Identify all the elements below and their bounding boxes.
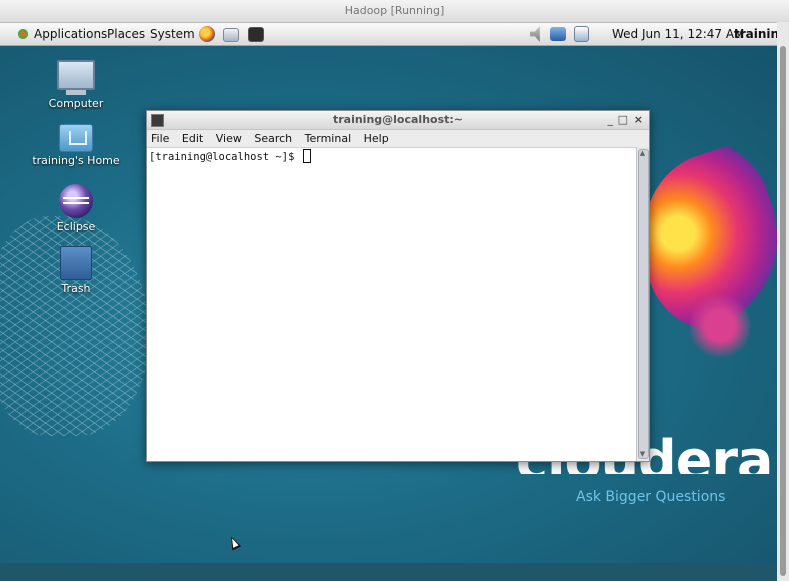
desktop-icon-label: Computer (48, 97, 104, 110)
desktop: Computer training's Home Eclipse Trash c… (0, 46, 777, 563)
places-menu[interactable]: Places (107, 23, 145, 45)
eclipse-icon (59, 184, 93, 218)
computer-icon-stand (66, 90, 86, 95)
desktop-icon-label: Eclipse (56, 220, 96, 233)
vm-bottom-bar (0, 563, 777, 581)
terminal-scrollbar-thumb[interactable] (638, 149, 649, 459)
firefox-icon[interactable] (199, 26, 215, 42)
shell-prompt: [training@localhost ~]$ (149, 151, 301, 163)
desktop-icon-trash[interactable]: Trash (30, 246, 122, 295)
notification-icon[interactable] (574, 26, 589, 42)
menu-edit[interactable]: Edit (182, 132, 203, 145)
desktop-icon-label: Trash (61, 282, 91, 295)
terminal-app-icon (151, 114, 164, 127)
minimize-button[interactable]: _ (608, 111, 614, 129)
terminal-launcher-icon[interactable] (248, 27, 264, 42)
menu-view[interactable]: View (216, 132, 242, 145)
paint-drip-graphic (690, 286, 750, 366)
trash-icon (60, 246, 92, 280)
applications-menu[interactable]: Applications (34, 23, 107, 45)
menu-terminal[interactable]: Terminal (305, 132, 352, 145)
vm-scrollbar[interactable] (776, 22, 789, 581)
terminal-scrollbar[interactable]: ▲ ▼ (636, 147, 649, 461)
desktop-icon-eclipse[interactable]: Eclipse (30, 184, 122, 233)
clock[interactable]: Wed Jun 11, 12:47 AM (612, 23, 744, 45)
scroll-up-icon[interactable]: ▲ (638, 149, 647, 158)
vm-window-title: Hadoop [Running] (0, 0, 789, 23)
menu-help[interactable]: Help (364, 132, 389, 145)
terminal-titlebar[interactable]: training@localhost:~ _ □ × (147, 111, 649, 130)
home-folder-icon (59, 124, 93, 152)
mouse-pointer-icon (226, 534, 242, 551)
user-switcher[interactable]: trainin (734, 23, 777, 45)
network-icon[interactable] (550, 27, 566, 41)
terminal-title: training@localhost:~ (332, 113, 464, 126)
scroll-down-icon[interactable]: ▼ (638, 450, 647, 459)
applications-menu-icon (16, 27, 30, 41)
terminal-window[interactable]: training@localhost:~ _ □ × File Edit Vie… (146, 110, 650, 462)
text-cursor (302, 149, 311, 163)
desktop-icon-home[interactable]: training's Home (30, 124, 122, 167)
vm-scrollbar-thumb[interactable] (780, 46, 786, 576)
menu-search[interactable]: Search (254, 132, 292, 145)
mail-icon[interactable] (223, 28, 239, 42)
desktop-icon-label: training's Home (32, 154, 120, 167)
computer-icon (57, 60, 95, 90)
system-menu[interactable]: System (150, 23, 195, 45)
menu-file[interactable]: File (151, 132, 169, 145)
top-panel: Applications Places System Wed Jun 11, 1… (0, 23, 777, 46)
terminal-output[interactable]: [training@localhost ~]$ (147, 147, 637, 461)
desktop-icon-computer[interactable]: Computer (30, 60, 122, 110)
volume-icon[interactable] (530, 26, 540, 42)
maximize-button[interactable]: □ (618, 111, 628, 129)
cloudera-tagline: Ask Bigger Questions (576, 489, 726, 505)
close-button[interactable]: × (634, 111, 643, 129)
terminal-menubar: File Edit View Search Terminal Help (147, 130, 649, 148)
